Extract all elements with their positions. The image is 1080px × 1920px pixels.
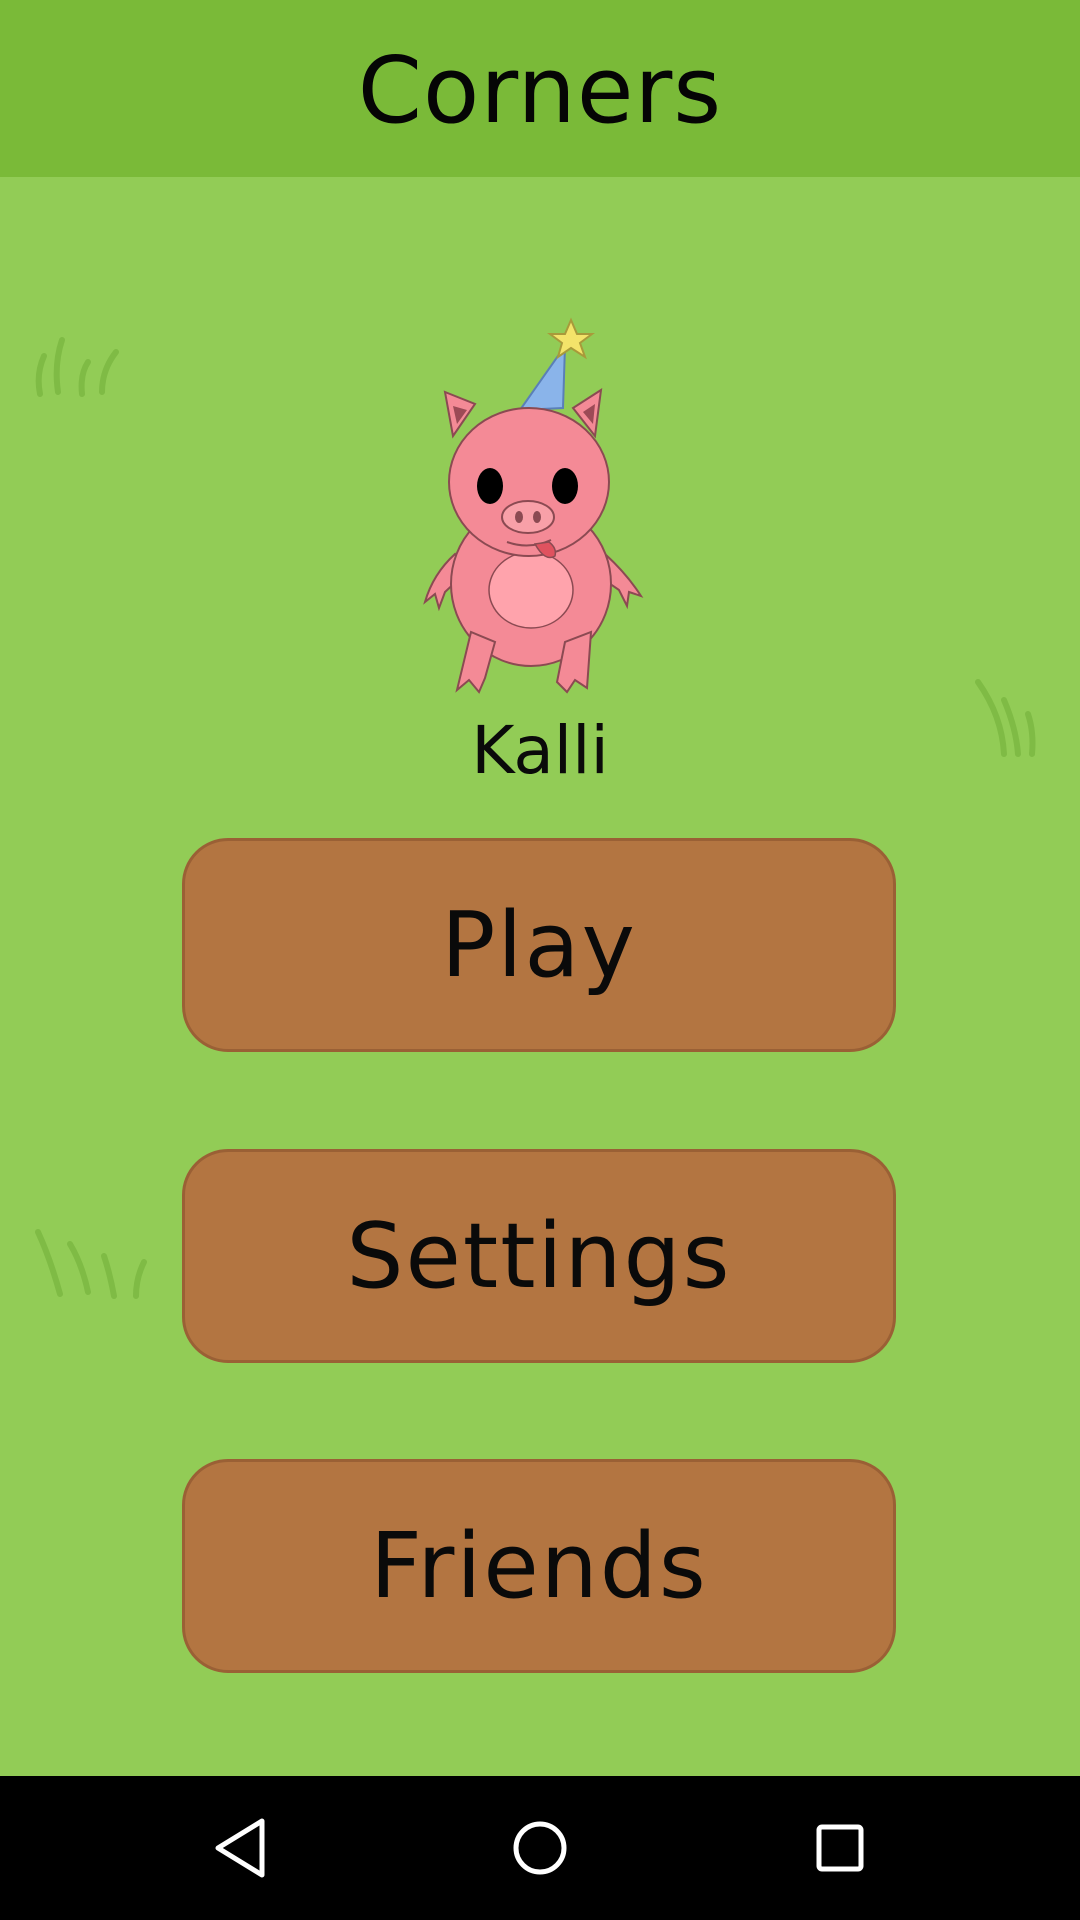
system-navigation-bar: [0, 1776, 1080, 1920]
friends-button[interactable]: Friends: [182, 1459, 896, 1673]
home-button[interactable]: [480, 1794, 600, 1902]
player-name: Kalli: [471, 712, 609, 789]
app-title: Corners: [357, 37, 723, 144]
app-header: Corners: [0, 0, 1080, 177]
recents-button[interactable]: [780, 1794, 900, 1902]
back-button[interactable]: [180, 1794, 300, 1902]
grass-tuft-icon: [35, 337, 119, 397]
triangle-back-icon: [215, 1818, 265, 1878]
square-recents-icon: [816, 1824, 864, 1872]
pig-character-image: [423, 317, 644, 694]
play-button[interactable]: Play: [182, 838, 896, 1052]
settings-button[interactable]: Settings: [182, 1149, 896, 1363]
circle-home-icon: [513, 1821, 567, 1875]
grass-tuft-icon: [35, 1229, 147, 1299]
